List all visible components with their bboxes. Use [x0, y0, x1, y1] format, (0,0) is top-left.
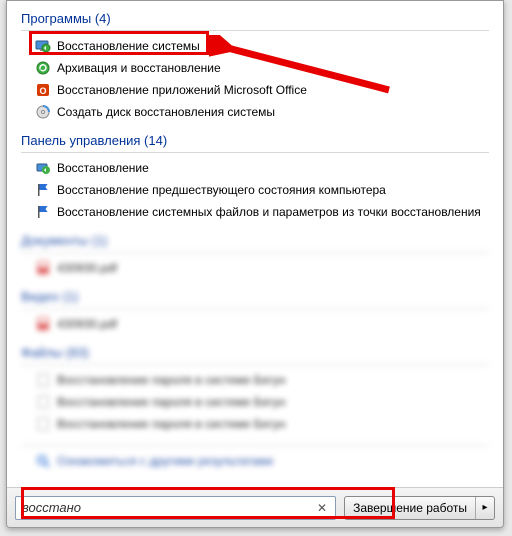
item-label: Восстановление приложений Microsoft Offi…: [57, 81, 307, 99]
result-item[interactable]: Создать диск восстановления системы: [7, 101, 503, 123]
result-item[interactable]: 430930.pdf: [7, 257, 503, 279]
shutdown-menu-arrow[interactable]: ▸: [476, 497, 494, 519]
office-restore-icon: O: [35, 82, 51, 98]
result-item[interactable]: Восстановление: [7, 157, 503, 179]
clear-search-icon[interactable]: ✕: [313, 501, 331, 515]
result-item[interactable]: Восстановление пароля в системе Бегун: [7, 413, 503, 435]
restore-icon: [35, 160, 51, 176]
section-documents-header: Документы (1): [7, 229, 503, 250]
pdf-icon: [35, 260, 51, 276]
backup-icon: [35, 60, 51, 76]
shutdown-button[interactable]: Завершение работы: [345, 497, 476, 519]
pdf-icon: [35, 316, 51, 332]
item-label: Архивация и восстановление: [57, 59, 221, 77]
item-label: Восстановление системных файлов и параме…: [57, 203, 481, 221]
file-icon: [35, 372, 51, 388]
item-label: Восстановление: [57, 159, 149, 177]
results-area: Программы (4) Восстановление системы Арх…: [7, 1, 503, 487]
start-menu-search-panel: Программы (4) Восстановление системы Арх…: [6, 0, 504, 528]
search-icon: [35, 453, 51, 469]
disc-icon: [35, 104, 51, 120]
section-files-header: Файлы (83): [7, 341, 503, 362]
result-item[interactable]: Восстановление системы: [7, 35, 503, 57]
item-label: Восстановление предшествующего состояния…: [57, 181, 386, 199]
flag-icon: [35, 182, 51, 198]
blurred-section: Документы (1) 430930.pdf Видео (1) 43093…: [7, 229, 503, 472]
file-icon: [35, 416, 51, 432]
section-video-header: Видео (1): [7, 285, 503, 306]
result-item[interactable]: Восстановление пароля в системе Бегун: [7, 369, 503, 391]
result-item[interactable]: Восстановление предшествующего состояния…: [7, 179, 503, 201]
divider: [21, 30, 489, 31]
more-results-link[interactable]: Ознакомиться с другими результатами: [7, 450, 503, 472]
file-icon: [35, 394, 51, 410]
monitor-restore-icon: [35, 38, 51, 54]
result-item[interactable]: O Восстановление приложений Microsoft Of…: [7, 79, 503, 101]
search-input[interactable]: [22, 500, 313, 515]
result-item[interactable]: Восстановление системных файлов и параме…: [7, 201, 503, 223]
item-label: Создать диск восстановления системы: [57, 103, 275, 121]
bottom-bar: ✕ Завершение работы ▸: [7, 487, 503, 527]
section-programs-header: Программы (4): [7, 7, 503, 28]
result-item[interactable]: Восстановление пароля в системе Бегун: [7, 391, 503, 413]
search-box[interactable]: ✕: [15, 496, 336, 520]
svg-text:O: O: [39, 86, 46, 96]
flag-icon: [35, 204, 51, 220]
item-label: Восстановление системы: [57, 37, 200, 55]
divider: [21, 152, 489, 153]
result-item[interactable]: Архивация и восстановление: [7, 57, 503, 79]
shutdown-split-button: Завершение работы ▸: [344, 496, 495, 520]
section-control-panel-header: Панель управления (14): [7, 129, 503, 150]
result-item[interactable]: 430930.pdf: [7, 313, 503, 335]
